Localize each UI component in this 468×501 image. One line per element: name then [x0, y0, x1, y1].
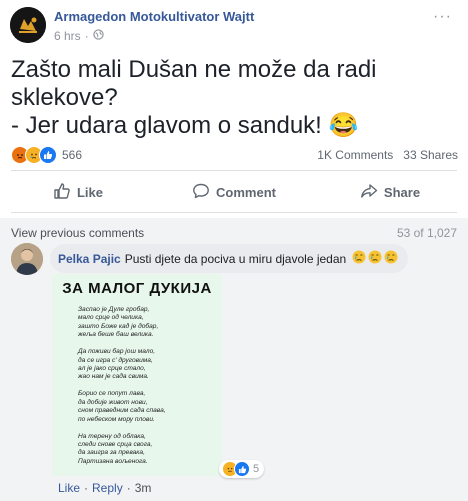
shares-count[interactable]: 33 Shares: [403, 148, 458, 162]
comment-image[interactable]: ЗА МАЛОГ ДУКИЈА Заспао је Дуле гробар, м…: [52, 274, 222, 476]
page-name[interactable]: Armagedon Motokultivator Wajtt: [54, 9, 254, 24]
comment-button[interactable]: Comment: [156, 171, 312, 213]
like-label: Like: [76, 184, 103, 200]
poem-title: ЗА МАЛОГ ДУКИЈА: [62, 280, 212, 297]
poem-stanza: Заспао је Дуле гробар, мало срце од чели…: [78, 306, 218, 340]
poem-line: да се игра с' друговима,: [78, 356, 153, 364]
poem-line: зашто Боже кад је добар,: [78, 322, 159, 330]
like-reaction-icon: [39, 146, 57, 164]
poem-line: жеља беше баш велика.: [78, 331, 154, 339]
footer-separator: ·: [84, 481, 89, 495]
comment-reaction-count: 5: [253, 463, 260, 475]
share-button[interactable]: Share: [312, 171, 468, 213]
comments-count[interactable]: 1K Comments: [317, 148, 393, 162]
post-time[interactable]: 6 hrs: [54, 29, 81, 43]
comment-emojis: [352, 250, 398, 267]
comment-icon: [192, 182, 210, 203]
poem-line: да заигра за превака,: [78, 449, 145, 457]
comment-reply-link[interactable]: Reply: [92, 481, 123, 495]
post-text-line: sklekove?: [11, 84, 118, 111]
poem-line: да добије живот нови,: [78, 398, 148, 406]
post-text-line: Zašto mali Dušan ne može da radi: [11, 56, 377, 83]
share-icon: [360, 182, 378, 203]
crying-face-icon: [384, 250, 398, 267]
page-avatar[interactable]: [10, 7, 46, 43]
post-text-line: - Jer udara glavom o sanduk! 😂: [11, 112, 359, 139]
footer-separator: ·: [126, 481, 131, 495]
poem-stanza: Борио се попут лава, да добије живот нов…: [78, 390, 218, 424]
poem-text: Заспао је Дуле гробар, мало срце од чели…: [78, 306, 218, 475]
comment-label: Comment: [216, 184, 276, 200]
poem-line: Партизана вољенога.: [78, 457, 148, 465]
engagement-counts: 1K Comments 33 Shares: [317, 148, 458, 162]
poem-line: На терену од облака,: [78, 432, 146, 440]
globe-icon: [93, 29, 104, 43]
poem-stanza: На терену од облака, следи снове срца св…: [78, 433, 218, 467]
commenter-avatar[interactable]: [11, 243, 43, 275]
post-text: Zašto mali Dušan ne može da radi sklekov…: [11, 56, 451, 140]
comment-reaction-summary[interactable]: 5: [219, 460, 265, 478]
view-previous-comments-link[interactable]: View previous comments: [11, 226, 144, 240]
thumbs-up-icon: [53, 182, 71, 203]
comment-author[interactable]: Pelka Pajic: [58, 252, 121, 266]
poem-line: Да поживи бар још мало,: [78, 348, 156, 356]
reaction-summary[interactable]: 566: [11, 146, 82, 164]
divider: [11, 212, 457, 213]
like-reaction-icon: [234, 461, 250, 477]
reaction-count: 566: [62, 148, 83, 162]
comment-paging: 53 of 1,027: [396, 226, 457, 240]
comments-section: View previous comments 53 of 1,027 Pelka…: [0, 218, 468, 501]
comment-footer: Like · Reply · 3m: [58, 481, 151, 495]
post-meta: 6 hrs ·: [54, 29, 104, 43]
comment-text: Pusti djete da pociva u miru djavole jed…: [124, 251, 347, 266]
more-options-icon[interactable]: ···: [433, 8, 452, 26]
poem-line: сном праведним сада спава,: [78, 407, 166, 415]
poem-stanza: Да поживи бар још мало, да се игра с' др…: [78, 348, 218, 382]
poem-line: жао нам је сада свима.: [78, 373, 149, 381]
comment-time[interactable]: 3m: [135, 481, 152, 495]
share-label: Share: [383, 184, 421, 200]
crying-face-icon: [352, 250, 366, 267]
comment-like-link[interactable]: Like: [58, 481, 80, 495]
crying-face-icon: [368, 250, 382, 267]
comment-bubble: Pelka Pajic Pusti djete da pociva u miru…: [50, 244, 409, 273]
like-button[interactable]: Like: [0, 171, 156, 213]
poem-line: по небеском мору плови.: [78, 415, 155, 423]
poem-line: мало срце од челика,: [78, 314, 144, 322]
poem-line: Борио се попут лава,: [78, 390, 146, 398]
meta-separator: ·: [84, 29, 89, 43]
post-actions: Like Comment Share: [0, 171, 468, 213]
